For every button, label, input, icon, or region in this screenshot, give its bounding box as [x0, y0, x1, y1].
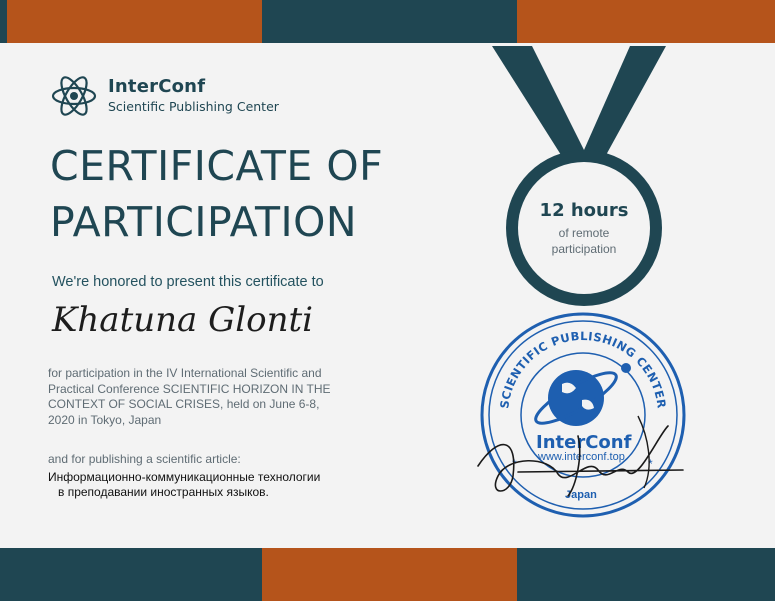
article-line-1: Информационно-коммуникационные технологи… [48, 470, 321, 484]
top-bar-orange-left [7, 0, 262, 43]
brand-block: InterConf Scientific Publishing Center [108, 76, 279, 114]
bottom-bar-navy-right [517, 548, 775, 601]
title-line-1: CERTIFICATE OF [50, 142, 384, 190]
certificate-title: CERTIFICATE OF PARTICIPATION [50, 138, 383, 250]
bottom-bar-orange-center [262, 548, 517, 601]
recipient-name: Khatuna Glonti [52, 300, 314, 340]
bottom-bar-navy-left [0, 548, 262, 601]
honored-text: We're honored to present this certificat… [52, 274, 324, 290]
article-intro: and for publishing a scientific article: [48, 452, 241, 466]
medal-icon [492, 46, 666, 306]
article-line-2: в преподавании иностранных языков. [58, 485, 269, 499]
participation-text: for participation in the IV Internationa… [48, 366, 331, 427]
brand-subtitle: Scientific Publishing Center [108, 99, 279, 114]
remote-line-2: participation [551, 242, 617, 256]
article-title: Информационно-коммуникационные технологи… [48, 470, 320, 500]
remote-line-1: of remote [558, 226, 610, 240]
brand-name: InterConf [108, 76, 206, 97]
atom-icon [51, 76, 97, 116]
hours-badge: 12 hours of remote participation [524, 200, 644, 257]
title-line-2: PARTICIPATION [50, 198, 358, 246]
top-bar-orange-right [517, 0, 775, 43]
top-bar-left [0, 0, 7, 43]
signature-icon [477, 415, 684, 497]
hours-value: 12 hours [539, 200, 629, 221]
top-bar-navy-center [262, 0, 517, 43]
